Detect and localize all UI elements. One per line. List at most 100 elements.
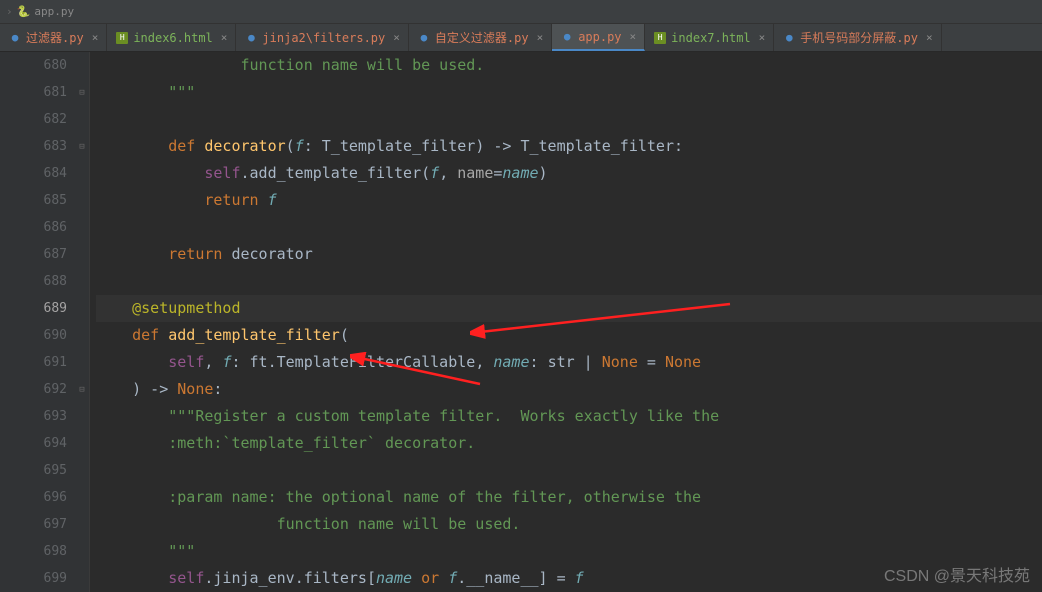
line-number[interactable]: 697 xyxy=(14,511,67,538)
fold-marker[interactable] xyxy=(75,403,89,430)
code-area[interactable]: function name will be used. """ def deco… xyxy=(90,52,1042,592)
tab-6[interactable]: ● 手机号码部分屏蔽.py × xyxy=(774,24,941,51)
code-line[interactable]: function name will be used. xyxy=(96,511,1042,538)
code-line[interactable]: return f xyxy=(96,187,1042,214)
line-number[interactable]: 680 xyxy=(14,52,67,79)
fold-marker[interactable] xyxy=(75,457,89,484)
tab-2[interactable]: ● jinja2\filters.py × xyxy=(236,24,408,51)
code-line[interactable]: ) -> None: xyxy=(96,376,1042,403)
tab-label: jinja2\filters.py xyxy=(262,31,385,45)
tab-label: index6.html xyxy=(133,31,212,45)
tabs-bar: ● 过滤器.py × Hindex6.html × ● jinja2\filters.py ×… xyxy=(0,24,1042,52)
line-number[interactable]: 693 xyxy=(14,403,67,430)
fold-marker[interactable] xyxy=(75,214,89,241)
html-icon: H xyxy=(653,31,667,45)
fold-marker[interactable] xyxy=(75,565,89,592)
fold-marker[interactable]: ⊟ xyxy=(75,133,89,160)
code-line[interactable] xyxy=(96,268,1042,295)
close-icon[interactable]: × xyxy=(221,31,228,44)
code-line[interactable]: """Register a custom template filter. Wo… xyxy=(96,403,1042,430)
line-number[interactable]: 689 xyxy=(14,295,67,322)
fold-marker[interactable] xyxy=(75,187,89,214)
breadcrumb[interactable]: › 🐍 app.py xyxy=(6,5,74,18)
fold-marker[interactable] xyxy=(75,484,89,511)
fold-marker[interactable] xyxy=(75,241,89,268)
line-number[interactable]: 687 xyxy=(14,241,67,268)
line-number[interactable]: 695 xyxy=(14,457,67,484)
chevron-right-icon: › xyxy=(6,5,13,18)
code-line[interactable] xyxy=(96,106,1042,133)
line-number[interactable]: 690 xyxy=(14,322,67,349)
python-icon: ● xyxy=(8,31,22,45)
html-icon: H xyxy=(115,31,129,45)
line-number[interactable]: 692 xyxy=(14,376,67,403)
line-number[interactable]: 682 xyxy=(14,106,67,133)
python-icon: 🐍 xyxy=(17,5,31,18)
tab-4[interactable]: ● app.py × xyxy=(552,24,645,51)
code-line[interactable]: :meth:`template_filter` decorator. xyxy=(96,430,1042,457)
line-number[interactable]: 699 xyxy=(14,565,67,592)
fold-marker[interactable] xyxy=(75,268,89,295)
line-number[interactable]: 681 xyxy=(14,79,67,106)
line-number[interactable]: 685 xyxy=(14,187,67,214)
close-icon[interactable]: × xyxy=(759,31,766,44)
fold-marker[interactable] xyxy=(75,322,89,349)
tab-label: 自定义过滤器.py xyxy=(435,29,529,46)
tab-label: app.py xyxy=(578,30,621,44)
tab-label: index7.html xyxy=(671,31,750,45)
close-icon[interactable]: × xyxy=(393,31,400,44)
fold-marker[interactable] xyxy=(75,160,89,187)
line-number[interactable]: 686 xyxy=(14,214,67,241)
code-line[interactable]: :param name: the optional name of the fi… xyxy=(96,484,1042,511)
watermark: CSDN @景天科技苑 xyxy=(884,562,1030,586)
tab-3[interactable]: ● 自定义过滤器.py × xyxy=(409,24,552,51)
tab-0[interactable]: ● 过滤器.py × xyxy=(0,24,107,51)
fold-marker[interactable] xyxy=(75,349,89,376)
line-number[interactable]: 691 xyxy=(14,349,67,376)
code-line[interactable]: self.add_template_filter(f, name=name) xyxy=(96,160,1042,187)
code-line[interactable] xyxy=(96,457,1042,484)
fold-marker[interactable] xyxy=(75,52,89,79)
close-icon[interactable]: × xyxy=(926,31,933,44)
code-line[interactable]: def decorator(f: T_template_filter) -> T… xyxy=(96,133,1042,160)
code-line[interactable]: """ xyxy=(96,79,1042,106)
tab-5[interactable]: Hindex7.html × xyxy=(645,24,774,51)
code-line[interactable]: self, f: ft.TemplateFilterCallable, name… xyxy=(96,349,1042,376)
line-number[interactable]: 683 xyxy=(14,133,67,160)
breadcrumb-file: app.py xyxy=(34,5,74,18)
python-icon: ● xyxy=(560,30,574,44)
line-number[interactable]: 694 xyxy=(14,430,67,457)
marker-strip xyxy=(0,52,14,592)
fold-marker[interactable] xyxy=(75,538,89,565)
line-number[interactable]: 684 xyxy=(14,160,67,187)
top-toolbar: › 🐍 app.py xyxy=(0,0,1042,24)
fold-marker[interactable] xyxy=(75,430,89,457)
fold-marker[interactable]: ⊟ xyxy=(75,79,89,106)
code-line[interactable]: return decorator xyxy=(96,241,1042,268)
close-icon[interactable]: × xyxy=(92,31,99,44)
fold-strip: ⊟ ⊟ ⊟ xyxy=(75,52,89,592)
fold-marker[interactable] xyxy=(75,511,89,538)
line-number[interactable]: 698 xyxy=(14,538,67,565)
tab-label: 手机号码部分屏蔽.py xyxy=(800,29,918,46)
line-number[interactable]: 696 xyxy=(14,484,67,511)
fold-marker[interactable] xyxy=(75,295,89,322)
python-icon: ● xyxy=(244,31,258,45)
python-icon: ● xyxy=(417,31,431,45)
line-number[interactable]: 688 xyxy=(14,268,67,295)
editor: 6806816826836846856866876886896906916926… xyxy=(0,52,1042,592)
fold-marker[interactable]: ⊟ xyxy=(75,376,89,403)
python-icon: ● xyxy=(782,31,796,45)
close-icon[interactable]: × xyxy=(537,31,544,44)
code-line[interactable] xyxy=(96,214,1042,241)
close-icon[interactable]: × xyxy=(630,30,637,43)
code-line[interactable]: def add_template_filter( xyxy=(96,322,1042,349)
line-numbers: 6806816826836846856866876886896906916926… xyxy=(14,52,75,592)
tab-label: 过滤器.py xyxy=(26,29,84,46)
tab-1[interactable]: Hindex6.html × xyxy=(107,24,236,51)
code-line[interactable]: @setupmethod xyxy=(96,295,1042,322)
fold-marker[interactable] xyxy=(75,106,89,133)
code-line[interactable]: function name will be used. xyxy=(96,52,1042,79)
gutter: 6806816826836846856866876886896906916926… xyxy=(0,52,90,592)
code-line[interactable]: """ xyxy=(96,538,1042,565)
